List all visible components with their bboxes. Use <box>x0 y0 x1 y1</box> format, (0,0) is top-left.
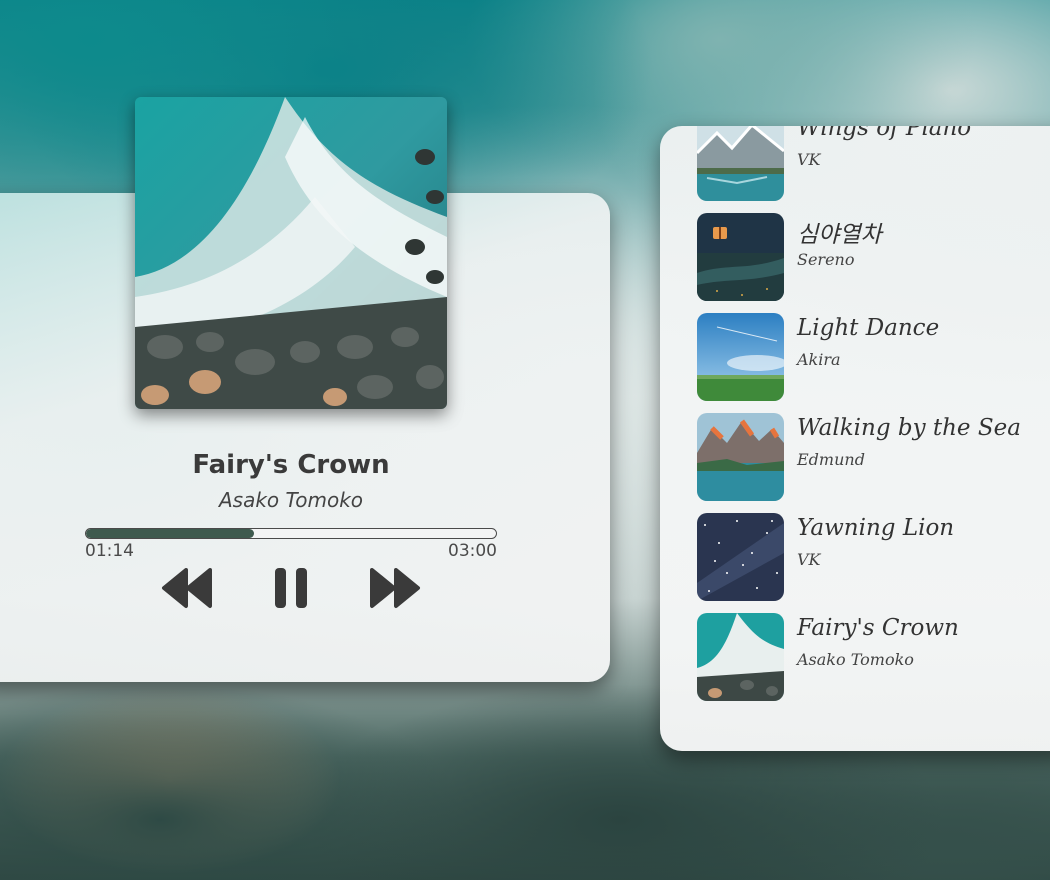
track-thumbnail <box>697 513 784 601</box>
rewind-button[interactable] <box>160 566 216 610</box>
track-artist: VK <box>797 150 821 169</box>
playlist-item[interactable]: 심야열차 Sereno <box>697 213 1050 301</box>
song-artist: Asako Tomoko <box>218 488 364 512</box>
playlist-panel[interactable]: Wings of Piano VK 심야열차 Sereno Light Danc… <box>660 126 1050 751</box>
track-title: 심야열차 <box>797 222 882 248</box>
pause-button[interactable] <box>272 566 310 610</box>
track-thumbnail <box>697 126 784 201</box>
total-time: 03:00 <box>448 541 497 561</box>
progress-fill <box>86 529 255 538</box>
track-artist: VK <box>797 550 821 569</box>
track-title: Fairy's Crown <box>797 615 959 641</box>
playlist-item[interactable]: Light Dance Akira <box>697 313 1050 401</box>
track-title: Light Dance <box>797 315 940 341</box>
track-thumbnail <box>697 213 784 301</box>
track-title: Yawning Lion <box>797 515 955 541</box>
current-time: 01:14 <box>85 541 134 561</box>
playlist-item[interactable]: Yawning Lion VK <box>697 513 1050 601</box>
rewind-icon <box>162 568 212 608</box>
track-thumbnail <box>697 413 784 501</box>
fast-forward-icon <box>370 568 420 608</box>
track-title: Walking by the Sea <box>797 415 1021 441</box>
track-thumbnail <box>697 613 784 701</box>
album-cover <box>135 97 447 409</box>
track-artist: Asako Tomoko <box>797 650 914 669</box>
playlist-item[interactable]: Fairy's Crown Asako Tomoko <box>697 613 1050 701</box>
track-artist: Akira <box>797 350 841 369</box>
playlist-item[interactable]: Walking by the Sea Edmund <box>697 413 1050 501</box>
progress-bar[interactable] <box>85 528 497 539</box>
playlist-item[interactable]: Wings of Piano VK <box>697 126 1050 201</box>
track-title: Wings of Piano <box>797 126 972 141</box>
track-artist: Edmund <box>797 450 865 469</box>
track-thumbnail <box>697 313 784 401</box>
pause-icon <box>275 568 307 608</box>
song-title: Fairy's Crown <box>192 450 390 480</box>
track-artist: Sereno <box>797 250 855 269</box>
fast-forward-button[interactable] <box>366 566 422 610</box>
